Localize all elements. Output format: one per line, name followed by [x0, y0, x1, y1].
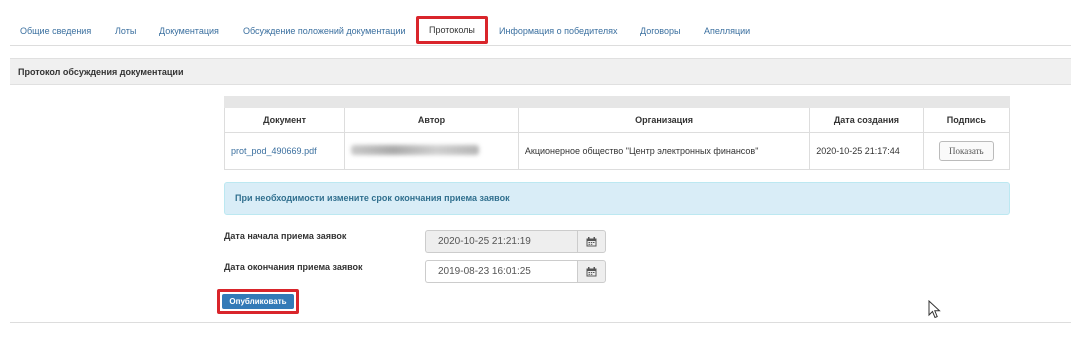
show-signature-button[interactable]: Показать	[939, 141, 994, 161]
column-header-organization: Организация	[517, 107, 811, 133]
start-date-calendar-button[interactable]	[577, 230, 606, 253]
column-header-signature: Подпись	[922, 107, 1011, 133]
document-link[interactable]: prot_pod_490669.pdf	[231, 146, 317, 156]
tab-winners-info[interactable]: Информация о победителях	[499, 18, 617, 44]
bottom-divider	[10, 322, 1071, 323]
section-title: Протокол обсуждения документации	[10, 58, 1071, 85]
author-blurred	[351, 145, 480, 155]
tab-general-info[interactable]: Общие сведения	[20, 18, 91, 44]
mouse-pointer-icon	[928, 300, 941, 319]
tab-documentation-discussion[interactable]: Обсуждение положений документации	[243, 18, 406, 44]
tab-lots[interactable]: Лоты	[115, 18, 136, 44]
tab-bar: Общие сведения Лоты Документация Обсужде…	[10, 16, 1071, 46]
end-date-calendar-button[interactable]	[577, 260, 606, 283]
created-date-cell: 2020-10-25 21:17:44	[809, 132, 924, 170]
start-date-input[interactable]	[425, 230, 577, 253]
tab-documentation[interactable]: Документация	[159, 18, 219, 44]
column-header-created: Дата создания	[809, 107, 924, 133]
info-alert: При необходимости измените срок окончани…	[224, 182, 1010, 215]
column-header-document: Документ	[223, 107, 346, 133]
tab-contracts[interactable]: Договоры	[640, 18, 680, 44]
calendar-icon	[586, 236, 597, 246]
documents-table: Документ Автор Организация Дата создания…	[223, 96, 1011, 170]
column-header-author: Автор	[344, 107, 519, 133]
end-date-input[interactable]	[425, 260, 577, 283]
tab-protocols[interactable]: Протоколы	[416, 16, 488, 44]
table-row: prot_pod_490669.pdf Акционерное общество…	[223, 132, 1011, 170]
organization-cell: Акционерное общество "Центр электронных …	[517, 132, 811, 170]
start-date-group	[425, 230, 606, 253]
end-date-label: Дата окончания приема заявок	[224, 262, 363, 272]
start-date-label: Дата начала приема заявок	[224, 231, 347, 241]
end-date-group	[425, 260, 606, 283]
tab-appeals[interactable]: Апелляции	[704, 18, 750, 44]
publish-button[interactable]: Опубликовать	[222, 294, 294, 309]
publish-button-highlight: Опубликовать	[217, 289, 299, 314]
calendar-icon	[586, 266, 597, 276]
